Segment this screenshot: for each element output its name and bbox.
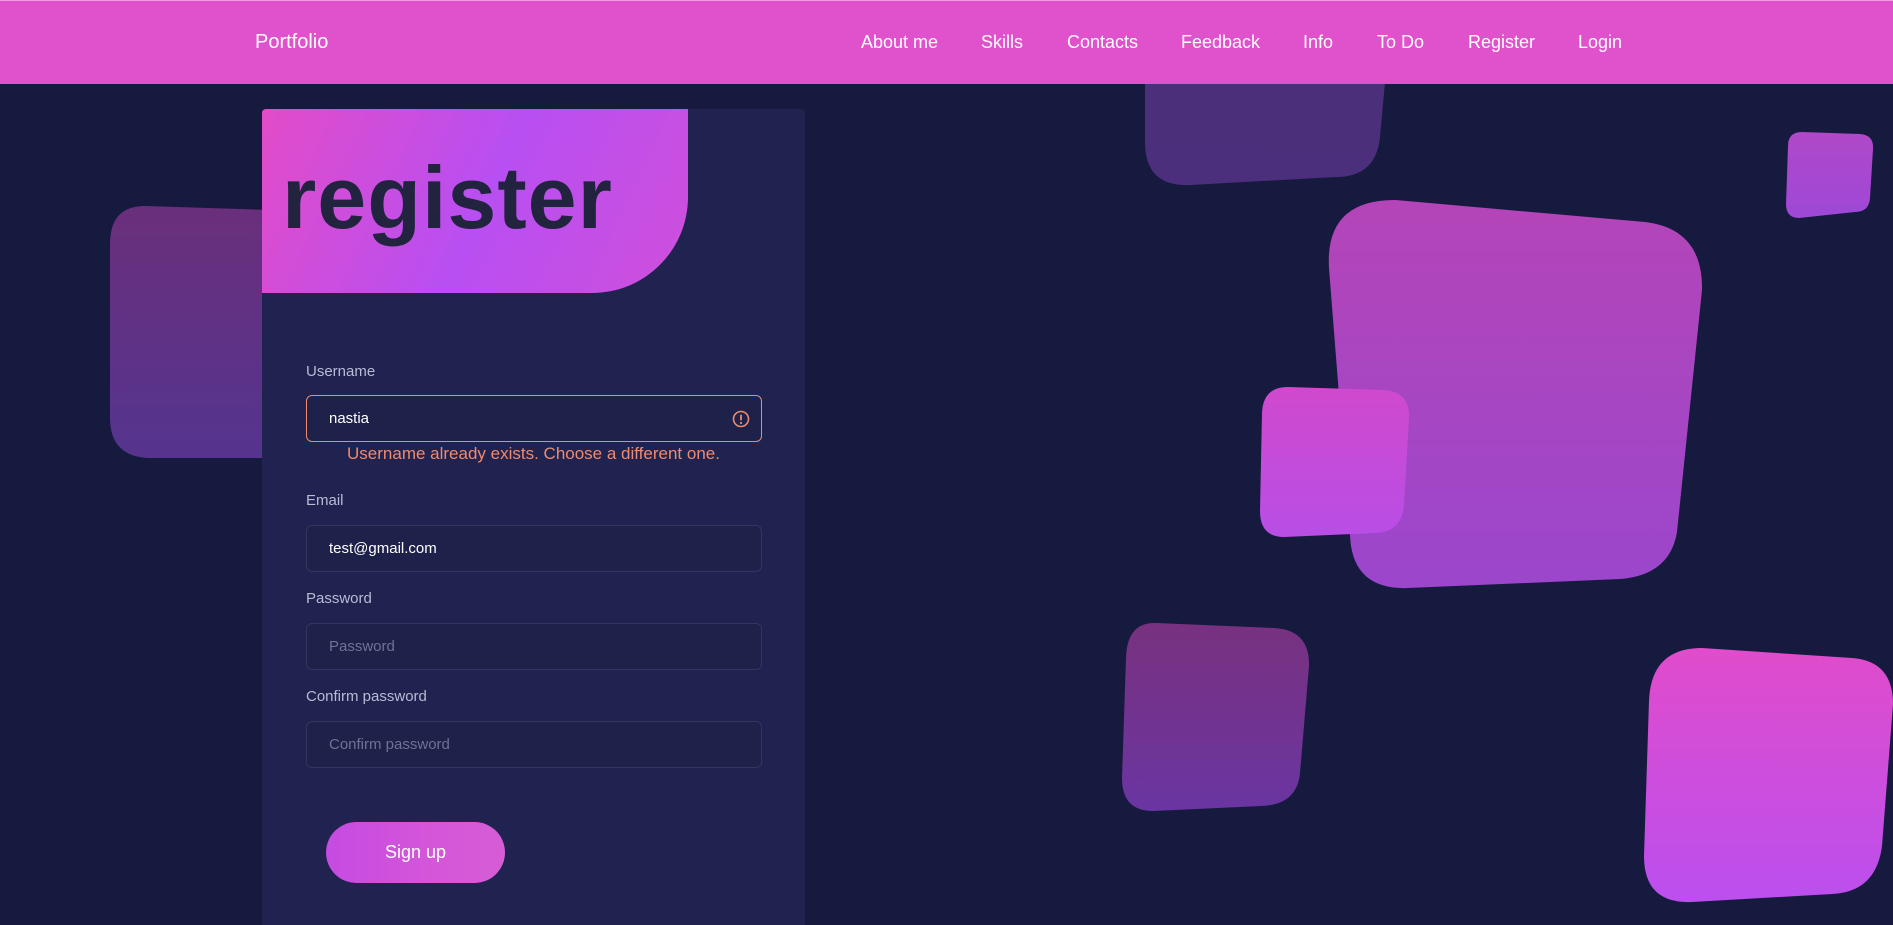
- decor-square-top: [1145, 82, 1385, 186]
- nav-link-contacts[interactable]: Contacts: [1067, 32, 1138, 53]
- username-error-message: Username already exists. Choose a differ…: [347, 444, 720, 463]
- page-title: register: [282, 148, 613, 247]
- nav-link-skills[interactable]: Skills: [981, 32, 1023, 53]
- decor-square-small-topright: [1786, 132, 1874, 218]
- password-label: Password: [306, 590, 372, 607]
- email-field-wrapper: [306, 525, 762, 572]
- confirm-password-input[interactable]: [307, 722, 761, 767]
- decor-square-left: [110, 206, 270, 458]
- nav-links: About me Skills Contacts Feedback Info T…: [0, 32, 1893, 56]
- confirm-password-field-wrapper: [306, 721, 762, 768]
- decor-square-bottom-right: [1644, 648, 1893, 903]
- email-label: Email: [306, 492, 344, 509]
- sign-up-button[interactable]: Sign up: [326, 822, 505, 883]
- navbar: Portfolio About me Skills Contacts Feedb…: [0, 0, 1893, 84]
- username-label: Username: [306, 363, 376, 380]
- decor-square-middle: [1260, 387, 1410, 537]
- decor-square-bottom-center: [1122, 622, 1310, 811]
- nav-link-login[interactable]: Login: [1578, 32, 1622, 53]
- nav-link-todo[interactable]: To Do: [1377, 32, 1424, 53]
- nav-link-register[interactable]: Register: [1468, 32, 1535, 53]
- email-input[interactable]: [307, 526, 761, 571]
- register-card: register Username Username already exist…: [262, 109, 805, 925]
- confirm-password-label: Confirm password: [306, 688, 427, 705]
- error-icon: [732, 410, 750, 428]
- password-input[interactable]: [307, 624, 761, 669]
- password-field-wrapper: [306, 623, 762, 670]
- card-header: register: [262, 109, 688, 293]
- nav-link-about-me[interactable]: About me: [861, 32, 938, 53]
- nav-link-info[interactable]: Info: [1303, 32, 1333, 53]
- nav-link-feedback[interactable]: Feedback: [1181, 32, 1260, 53]
- username-field-wrapper: [306, 395, 762, 442]
- username-input[interactable]: [307, 396, 761, 441]
